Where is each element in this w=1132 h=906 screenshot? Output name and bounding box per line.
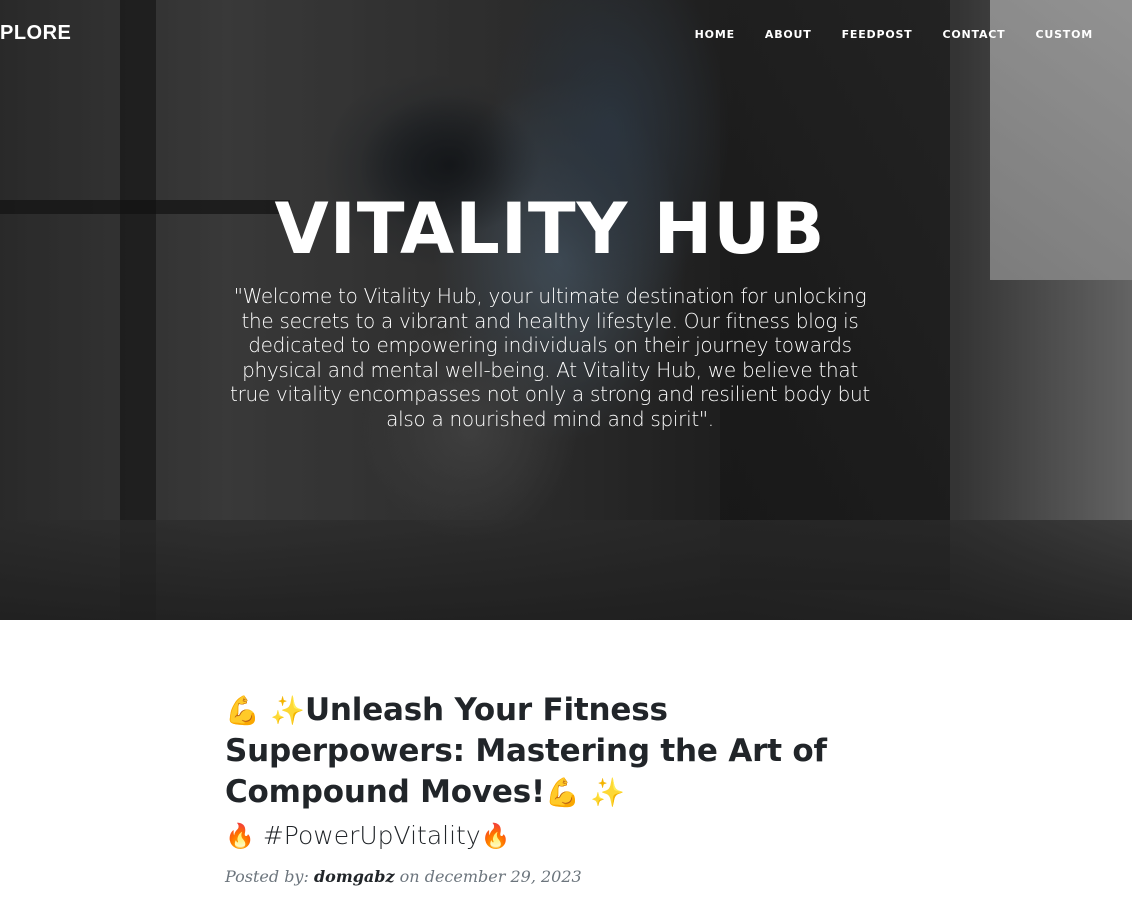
hero-header: PLORE HOME ABOUT FEEDPOST CONTACT CUSTOM… [0, 0, 1132, 620]
post-title-text: Unleash Your Fitness Superpowers: Master… [225, 692, 827, 810]
flexed-biceps-icon: 💪 [544, 776, 580, 809]
nav-link-about[interactable]: ABOUT [750, 28, 827, 41]
post-meta-on: on [399, 867, 420, 886]
site-heading: VITALITY HUB [274, 188, 826, 270]
navbar-brand[interactable]: PLORE [0, 22, 71, 45]
nav-link-contact[interactable]: CONTACT [928, 28, 1021, 41]
site-subheading: "Welcome to Vitality Hub, your ultimate … [230, 284, 870, 431]
post-title[interactable]: 💪 ✨Unleash Your Fitness Superpowers: Mas… [225, 690, 865, 813]
nav-links: HOME ABOUT FEEDPOST CONTACT CUSTOM [680, 28, 1108, 41]
post-preview[interactable]: 💪 ✨Unleash Your Fitness Superpowers: Mas… [225, 690, 865, 886]
post-date: december 29, 2023 [424, 867, 582, 886]
fire-icon: 🔥 [225, 822, 255, 850]
nav-link-feedpost[interactable]: FEEDPOST [827, 28, 928, 41]
main-navbar: PLORE HOME ABOUT FEEDPOST CONTACT CUSTOM [0, 0, 1132, 70]
post-author-link[interactable]: domgabz [314, 867, 395, 886]
fire-icon: 🔥 [480, 822, 511, 850]
post-meta: Posted by: domgabz on december 29, 2023 [225, 867, 865, 886]
post-meta-prefix: Posted by: [225, 867, 309, 886]
post-subtitle-text: #PowerUpVitality [262, 821, 481, 850]
sparkles-icon: ✨ [590, 776, 625, 809]
nav-link-home[interactable]: HOME [680, 28, 750, 41]
sparkles-icon: ✨ [270, 694, 305, 727]
flexed-biceps-icon: 💪 [225, 694, 260, 727]
post-subtitle[interactable]: 🔥 #PowerUpVitality🔥 [225, 819, 865, 853]
nav-link-custom[interactable]: CUSTOM [1020, 28, 1108, 41]
